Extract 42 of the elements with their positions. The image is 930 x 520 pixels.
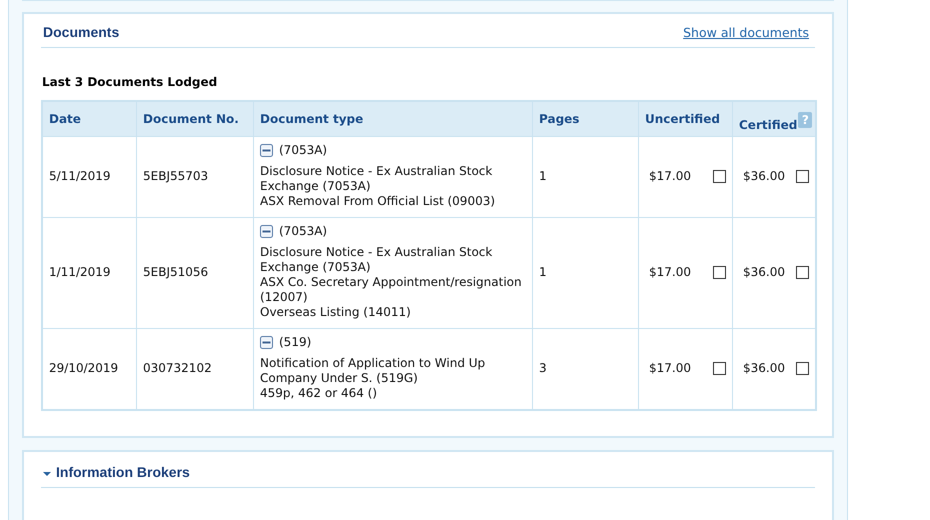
column-header: Date	[42, 101, 136, 136]
document-type-description: ASX Co. Secretary Appointment/resignation (12007)	[260, 275, 523, 305]
document-type-description: 459p, 462 or 464 ()	[260, 386, 378, 401]
price-text: $17.00	[649, 168, 691, 184]
document-type-code: (7053A)	[279, 143, 328, 158]
section-title: Documents	[43, 24, 120, 40]
price-text: $17.00	[649, 360, 691, 376]
checkbox[interactable]	[796, 362, 809, 374]
column-header-label: Certified	[739, 118, 798, 132]
column-header: Uncertified	[638, 101, 732, 136]
price-text: $36.00	[743, 360, 785, 376]
table-caption: Last 3 Documents Lodged	[42, 75, 218, 89]
table-cell: 1/11/2019	[42, 218, 136, 328]
checkbox[interactable]	[713, 266, 726, 278]
column-header: Document No.	[136, 101, 254, 136]
checkbox[interactable]	[796, 170, 809, 182]
column-header: Pages	[532, 101, 638, 136]
document-type-description: Disclosure Notice - Ex Australian Stock Exchange (7053A)	[260, 245, 494, 275]
price-text: $36.00	[743, 168, 785, 184]
document-type-description: Notification of Application to Wind Up Company Under S. (519G)	[260, 356, 486, 386]
price-text: $36.00	[743, 264, 785, 280]
show-all-documents-link[interactable]: Show all documents	[683, 24, 809, 40]
table-cell: 5/11/2019	[42, 136, 136, 218]
table-cell: 5EBJ55703	[136, 136, 254, 218]
table-cell: 1	[532, 218, 638, 328]
collapse-icon[interactable]	[260, 336, 273, 349]
column-header: Document type	[254, 101, 532, 136]
collapse-icon[interactable]	[260, 225, 273, 238]
collapse-icon[interactable]	[260, 144, 273, 157]
checkbox[interactable]	[713, 362, 726, 374]
document-type-description: Disclosure Notice - Ex Australian Stock Exchange (7053A)	[260, 164, 494, 194]
section-title[interactable]: Information Brokers	[56, 464, 190, 480]
document-type-description: ASX Removal From Official List (09003)	[260, 194, 496, 209]
table-cell: 1	[532, 136, 638, 218]
document-type-code: (7053A)	[279, 224, 328, 239]
table-cell: 5EBJ51056	[136, 218, 254, 328]
checkbox[interactable]	[713, 170, 726, 182]
checkbox[interactable]	[796, 266, 809, 278]
price-text: $17.00	[649, 264, 691, 280]
caret-down-icon[interactable]	[43, 470, 51, 476]
document-type-description: Overseas Listing (14011)	[260, 305, 412, 320]
document-type-code: (519)	[279, 335, 312, 350]
